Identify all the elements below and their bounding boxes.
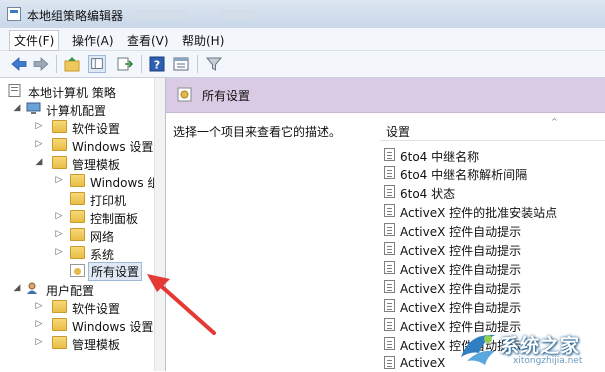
tree-label: 软件设置 — [72, 122, 121, 136]
navigation-tree: 本地计算机 策略 ◢ 计算机配置 ▷ 软件设置 ▷ Windows 设置 ◢ 管… — [0, 78, 166, 371]
back-icon[interactable] — [10, 55, 28, 73]
list-item-label: ActiveX 控件自动提示 — [400, 244, 522, 258]
folder-icon — [52, 138, 67, 151]
export-list-icon[interactable] — [116, 55, 134, 73]
setting-icon — [384, 318, 395, 331]
folder-icon — [70, 210, 85, 223]
details-title: 所有设置 — [202, 89, 251, 103]
folder-icon — [70, 246, 85, 259]
setting-icon — [384, 337, 395, 350]
app-icon — [7, 7, 21, 21]
tree-scrollbar[interactable] — [154, 78, 165, 371]
show-hide-tree-icon[interactable] — [88, 55, 106, 73]
forward-icon[interactable] — [32, 55, 50, 73]
folder-icon — [70, 228, 85, 241]
tree-label: Windows 设置 — [72, 140, 154, 154]
setting-icon — [384, 261, 395, 274]
setting-icon — [384, 299, 395, 312]
setting-icon — [384, 166, 395, 179]
svg-text:?: ? — [154, 59, 160, 72]
user-icon — [27, 282, 37, 294]
settings-column-header[interactable]: 设置 ^ — [380, 117, 605, 141]
setting-icon — [384, 185, 395, 198]
watermark-brand: 系统之家 — [500, 335, 581, 357]
watermark-url: xitongzhijia.net — [513, 356, 583, 366]
collapsed-arrow-icon[interactable]: ▷ — [34, 319, 44, 329]
all-settings-icon — [177, 87, 192, 102]
collapsed-arrow-icon[interactable]: ▷ — [34, 121, 44, 131]
collapsed-arrow-icon[interactable]: ▷ — [54, 175, 64, 185]
setting-icon — [384, 356, 395, 369]
filter-icon[interactable] — [205, 55, 223, 73]
menu-action[interactable]: 操作(A) — [72, 32, 114, 49]
list-item-label: 6to4 中继名称 — [400, 150, 480, 164]
folder-icon — [70, 174, 85, 187]
collapsed-arrow-icon[interactable]: ▷ — [34, 337, 44, 347]
setting-icon — [384, 280, 395, 293]
list-item-label: ActiveX 控件自动提示 — [400, 301, 522, 315]
expanded-arrow-icon[interactable]: ◢ — [12, 283, 22, 293]
setting-icon — [384, 204, 395, 217]
computer-policy-icon — [8, 84, 21, 97]
properties-icon[interactable] — [172, 55, 190, 73]
description-text: 选择一个项目来查看它的描述。 — [173, 125, 342, 139]
tree-label: 系统 — [90, 248, 115, 262]
menu-view[interactable]: 查看(V) — [127, 32, 169, 49]
list-item-label: 6to4 中继名称解析间隔 — [400, 168, 528, 182]
folder-icon — [52, 318, 67, 331]
tree-label: 管理模板 — [72, 338, 121, 352]
folder-icon — [52, 336, 67, 349]
folder-icon — [52, 156, 67, 169]
setting-icon — [384, 223, 395, 236]
menu-bar: 文件(F) 操作(A) 查看(V) 帮助(H) — [0, 28, 605, 51]
tree-label: 网络 — [90, 230, 115, 244]
tree-label: 计算机配置 — [46, 104, 107, 118]
list-item-label: ActiveX 控件自动提示 — [400, 225, 522, 239]
watermark: 系统之家 xitongzhijia.net — [455, 325, 605, 371]
setting-icon — [384, 148, 395, 161]
help-icon[interactable]: ? — [148, 55, 166, 73]
expanded-arrow-icon[interactable]: ◢ — [34, 157, 44, 167]
toolbar-separator — [56, 55, 57, 73]
title-bar: 本地组策略编辑器 — [0, 0, 605, 28]
toolbar: ? — [0, 51, 605, 78]
collapsed-arrow-icon[interactable]: ▷ — [34, 139, 44, 149]
collapsed-arrow-icon[interactable]: ▷ — [54, 211, 64, 221]
tree-label: 打印机 — [90, 194, 127, 208]
window-title: 本地组策略编辑器 — [27, 9, 124, 23]
folder-icon — [52, 300, 67, 313]
setting-icon — [384, 242, 395, 255]
sort-indicator-icon: ^ — [551, 117, 558, 126]
all-settings-icon — [70, 264, 85, 277]
collapsed-arrow-icon[interactable]: ▷ — [54, 247, 64, 257]
list-item-label: ActiveX 控件的批准安装站点 — [400, 206, 558, 220]
menu-file[interactable]: 文件(F) — [9, 30, 60, 51]
list-item-label: ActiveX 控件自动提示 — [400, 263, 522, 277]
tree-label: 用户配置 — [46, 284, 95, 298]
up-folder-icon[interactable] — [63, 55, 81, 73]
menu-help[interactable]: 帮助(H) — [182, 32, 224, 49]
list-item-label: 6to4 状态 — [400, 187, 456, 201]
details-header: 所有设置 — [166, 78, 605, 113]
list-item-label: ActiveX 控件自动提示 — [400, 282, 522, 296]
toolbar-separator — [197, 55, 198, 73]
folder-icon — [52, 120, 67, 133]
collapsed-arrow-icon[interactable]: ▷ — [34, 301, 44, 311]
tree-label: 软件设置 — [72, 302, 121, 316]
computer-icon — [26, 102, 41, 114]
tree-label: Windows 设置 — [72, 320, 154, 334]
toolbar-separator — [141, 55, 142, 73]
tree-label: 控制面板 — [90, 212, 139, 226]
blurred-title-area — [135, 9, 187, 20]
blurred-title-area — [218, 9, 256, 20]
folder-icon — [70, 192, 85, 205]
list-item-label: ActiveX — [400, 356, 446, 370]
watermark-logo-icon — [461, 334, 495, 365]
tree-label: 本地计算机 策略 — [28, 86, 116, 100]
tree-label: 管理模板 — [72, 158, 121, 172]
expanded-arrow-icon[interactable]: ◢ — [12, 103, 22, 113]
tree-label: 所有设置 — [88, 262, 143, 281]
column-setting-label: 设置 — [386, 125, 411, 139]
collapsed-arrow-icon[interactable]: ▷ — [54, 229, 64, 239]
